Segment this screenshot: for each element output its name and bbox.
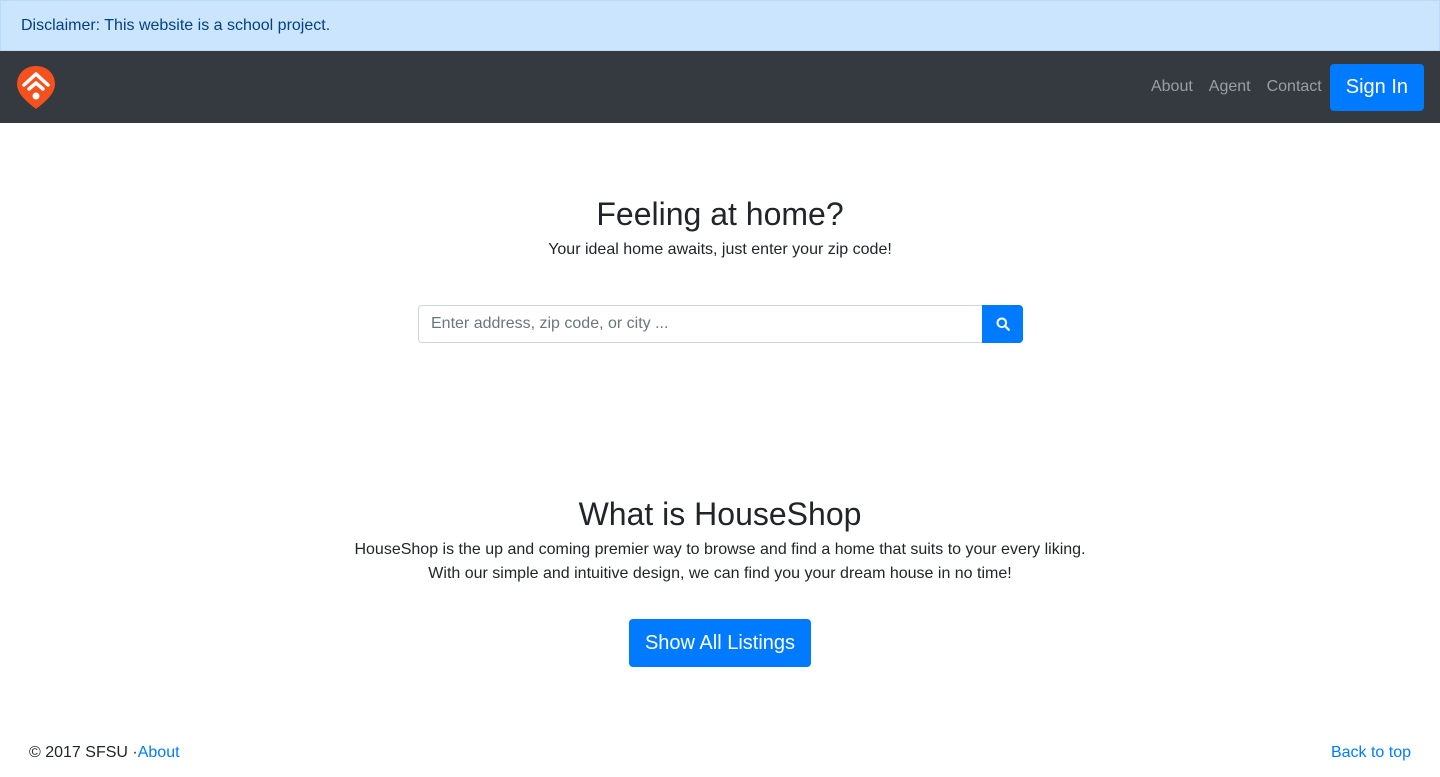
about-description-line-1: HouseShop is the up and coming premier w… <box>354 541 1086 558</box>
hero-subtitle: Your ideal home awaits, just enter your … <box>548 241 892 258</box>
hero-section: Feeling at home? Your ideal home awaits,… <box>0 190 1440 262</box>
search-input[interactable] <box>418 305 982 343</box>
nav-link-contact[interactable]: Contact <box>1267 78 1322 96</box>
about-title: What is HouseShop <box>578 496 862 532</box>
nav-link-about[interactable]: About <box>1151 78 1193 96</box>
houseshop-logo-icon[interactable] <box>16 64 56 110</box>
nav-links: About Agent Contact Sign In <box>1151 63 1424 111</box>
disclaimer-banner: Disclaimer: This website is a school pro… <box>0 0 1440 51</box>
top-navbar: About Agent Contact Sign In <box>0 51 1440 123</box>
page-footer: © 2017 SFSU · About Back to top <box>0 741 1440 765</box>
about-description-line-2: With our simple and intuitive design, we… <box>428 565 1012 582</box>
back-to-top-link[interactable]: Back to top <box>1331 744 1411 762</box>
nav-link-agent[interactable]: Agent <box>1209 78 1251 96</box>
search-button[interactable] <box>982 305 1023 343</box>
hero-title: Feeling at home? <box>596 196 844 232</box>
sign-in-button[interactable]: Sign In <box>1329 63 1424 111</box>
disclaimer-text: Disclaimer: This website is a school pro… <box>21 16 331 34</box>
about-houseshop-section: What is HouseShop HouseShop is the up an… <box>0 490 1440 586</box>
show-all-listings-button[interactable]: Show All Listings <box>629 619 811 667</box>
search-bar <box>418 305 1023 343</box>
footer-copyright: © 2017 SFSU · <box>29 744 138 761</box>
search-icon <box>996 317 1010 331</box>
footer-about-link[interactable]: About <box>138 744 180 762</box>
